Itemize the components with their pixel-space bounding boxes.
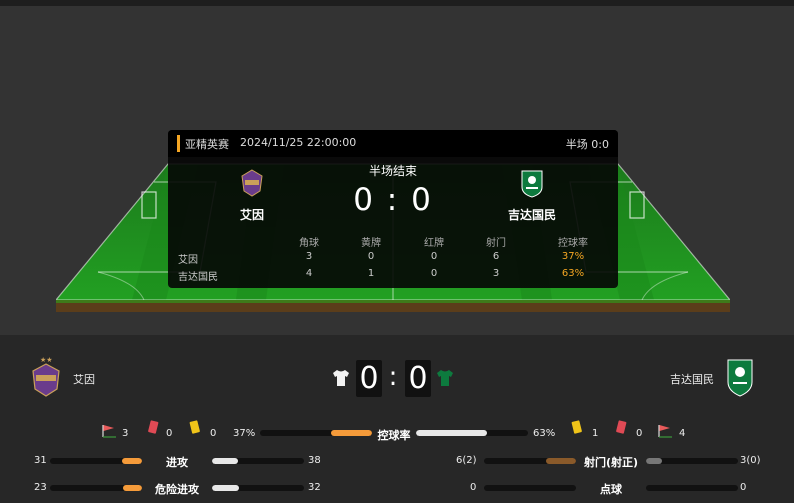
away-team-logo-large[interactable] [725, 357, 755, 397]
home-possession-value: 37% [233, 428, 256, 439]
away-score: 0 [405, 360, 431, 397]
home-red-count: 0 [166, 428, 173, 439]
penalties-home-value: 0 [470, 482, 477, 493]
shots-home-value: 6(2) [456, 455, 477, 466]
competition-marker [177, 135, 180, 152]
home-team-logo-large[interactable]: ★★ [31, 355, 61, 397]
attacks-away-value: 38 [308, 455, 321, 466]
away-possession-value: 63% [533, 428, 556, 439]
home-team-name-large[interactable]: 艾因 [73, 371, 95, 387]
dangerous-attacks-home-value: 23 [34, 482, 47, 493]
cell-red-cards: 0 [430, 251, 438, 262]
home-score: 0 [356, 360, 382, 397]
dangerous-attacks-label: 危险进攻 [155, 483, 199, 496]
attacks-home-fill [121, 458, 142, 464]
shots-away-bar [646, 458, 738, 464]
attacks-label: 进攻 [166, 456, 188, 469]
scoreboard-card: 亚精英赛 2024/11/25 22:00:00 半场 0:0 半场结束 艾因 … [168, 130, 618, 288]
penalties-away-bar [646, 485, 738, 491]
match-status: 半场结束 [368, 164, 417, 178]
dangerous-attacks-away-value: 32 [308, 482, 321, 493]
shots-home-bar [484, 458, 576, 464]
shots-away-value: 3(0) [740, 455, 761, 466]
home-team-logo[interactable] [240, 169, 264, 197]
cell-yellow-cards: 1 [367, 268, 375, 279]
home-yellow-count: 0 [210, 428, 217, 439]
away-yellow-count: 1 [592, 428, 599, 439]
stats-row-away: 吉达国民 4 1 0 3 63% [168, 268, 618, 283]
svg-text:★★: ★★ [40, 356, 53, 364]
card-header: 亚精英赛 2024/11/25 22:00:00 半场 0:0 [168, 130, 618, 157]
cell-yellow-cards: 0 [367, 251, 375, 262]
cell-shots: 6 [492, 251, 500, 262]
cell-possession: 37% [561, 251, 585, 262]
yellow-card-icon [189, 420, 200, 434]
penalties-label: 点球 [600, 483, 622, 496]
row-team-name: 吉达国民 [178, 272, 218, 283]
match-summary-panel [0, 335, 794, 503]
attacks-away-fill [212, 458, 238, 464]
halftime-score: 半场 0:0 [565, 138, 609, 151]
stats-header-row: 角球 黄牌 红牌 射门 控球率 [168, 234, 618, 249]
match-datetime: 2024/11/25 22:00:00 [240, 136, 357, 149]
score-separator: : [388, 362, 398, 392]
home-possession-bar [260, 430, 372, 436]
cell-shots: 3 [492, 268, 500, 279]
corner-flag-icon [658, 425, 672, 438]
shots-away-fill [646, 458, 662, 464]
header-corners: 角球 [299, 238, 319, 249]
red-card-icon [616, 420, 627, 434]
cell-corners: 4 [305, 268, 313, 279]
cell-red-cards: 0 [430, 268, 438, 279]
shots-home-fill [545, 458, 576, 464]
cell-possession: 63% [561, 268, 585, 279]
home-team-name[interactable]: 艾因 [228, 206, 276, 223]
dangerous-attacks-away-fill [212, 485, 239, 491]
header-possession: 控球率 [558, 238, 588, 249]
away-team-logo[interactable] [520, 168, 544, 198]
penalties-away-value: 0 [740, 482, 747, 493]
shots-label: 射门(射正) [583, 456, 639, 469]
home-corners-count: 3 [122, 428, 129, 439]
dangerous-attacks-home-bar [50, 485, 142, 491]
attacks-home-value: 31 [34, 455, 47, 466]
score-display: 0 : 0 [353, 182, 433, 218]
penalties-home-bar [484, 485, 576, 491]
dangerous-attacks-away-bar [212, 485, 304, 491]
home-possession-fill [330, 430, 372, 436]
away-red-count: 0 [636, 428, 643, 439]
away-team-name-large[interactable]: 吉达国民 [670, 371, 714, 387]
stats-row-home: 艾因 3 0 0 6 37% [168, 251, 618, 266]
competition-name[interactable]: 亚精英赛 [185, 136, 229, 152]
header-yellow-cards: 黄牌 [361, 238, 381, 249]
header-shots: 射门 [486, 238, 506, 249]
header-red-cards: 红牌 [424, 238, 444, 249]
away-possession-bar [416, 430, 528, 436]
attacks-home-bar [50, 458, 142, 464]
away-corners-count: 4 [679, 428, 686, 439]
possession-label: 控球率 [377, 429, 411, 442]
cell-corners: 3 [305, 251, 313, 262]
away-possession-fill [416, 430, 487, 436]
away-kit-icon [437, 370, 453, 386]
dangerous-attacks-home-fill [122, 485, 142, 491]
red-card-icon [148, 420, 159, 434]
corner-flag-icon [102, 425, 116, 438]
row-team-name: 艾因 [178, 255, 198, 266]
home-kit-icon [333, 370, 349, 386]
attacks-away-bar [212, 458, 304, 464]
away-team-name[interactable]: 吉达国民 [498, 206, 566, 223]
yellow-card-icon [571, 420, 582, 434]
